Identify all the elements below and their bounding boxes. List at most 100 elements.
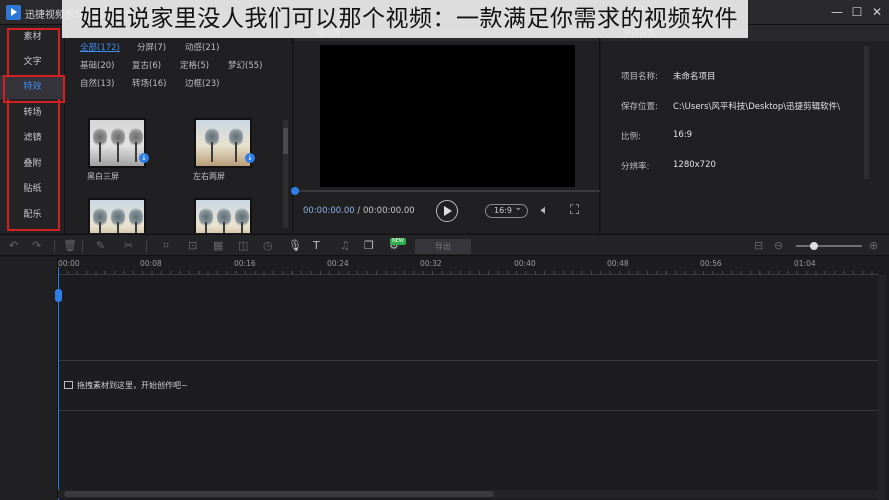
sidebar-item-effects[interactable]: 特效 — [0, 75, 65, 103]
zoom-region-icon[interactable]: ⊡ — [188, 239, 197, 252]
delete-icon[interactable]: 🗑︎ — [63, 239, 77, 252]
sidebar-item-filter[interactable]: 滤镜 — [0, 126, 65, 150]
timeline: 00:00 00:08 00:16 00:24 00:32 00:40 00:4… — [0, 257, 889, 500]
maximize-button[interactable]: ☐ — [849, 4, 865, 20]
edit-toolbar: ↶ ↷ 🗑︎ ✎ ✂ ⌗ ⊡ ▦ ◫ ◷ 🎙︎ T ♫ ❐ ⚙︎ NEW 导出 … — [0, 234, 889, 256]
sidebar-item-material[interactable]: 素材 — [0, 25, 65, 49]
drop-hint: 拖拽素材到这里，开始创作吧~ — [64, 380, 188, 391]
track-header-column — [0, 257, 58, 500]
mosaic-icon[interactable]: ▦ — [213, 239, 223, 252]
duration-icon[interactable]: ◷ — [263, 239, 273, 252]
redo-icon[interactable]: ↷ — [32, 239, 41, 252]
toolbar-divider — [82, 240, 83, 252]
ruler-label: 00:48 — [607, 259, 629, 268]
drop-hint-text: 拖拽素材到这里，开始创作吧~ — [77, 381, 188, 390]
time-ruler[interactable]: 00:00 00:08 00:16 00:24 00:32 00:40 00:4… — [58, 257, 878, 275]
text-to-speech-icon[interactable]: T — [313, 239, 320, 252]
sidebar-item-overlay[interactable]: 叠附 — [0, 152, 65, 176]
ruler-label: 01:04 — [794, 259, 816, 268]
filter-tab-all[interactable]: 全部(172) — [80, 41, 120, 53]
fit-timeline-icon[interactable]: ⊟ — [754, 239, 763, 252]
filter-tab-retro[interactable]: 复古(6) — [132, 59, 161, 71]
total-time: 00:00:00.00 — [362, 206, 415, 216]
sidebar-item-sticker[interactable]: 贴纸 — [0, 177, 65, 201]
zoom-out-icon[interactable]: ⊖ — [774, 239, 783, 252]
effect-thumbnail[interactable] — [194, 198, 252, 233]
effect-thumbnail[interactable] — [88, 118, 146, 168]
project-panel: 项目设置 项目名称: 未命名项目 保存位置: C:\Users\风平科技\Des… — [601, 25, 889, 233]
watermark-banner: 姐姐说家里没人我们可以那个视频：一款满足你需求的视频软件 — [62, 0, 748, 38]
category-sidebar: 素材 文字 特效 转场 滤镜 叠附 贴纸 配乐 — [0, 25, 65, 233]
toolbar-divider — [146, 240, 147, 252]
filter-tab-freeze[interactable]: 定格(5) — [180, 59, 209, 71]
fullscreen-icon[interactable]: ⛶ — [570, 203, 579, 218]
timeline-vertical-scrollbar[interactable] — [878, 275, 886, 500]
effects-scrollbar[interactable] — [283, 120, 288, 228]
timecode: 00:00:00.00 / 00:00:00.00 — [303, 206, 415, 216]
current-time: 00:00:00.00 — [303, 206, 355, 216]
filter-tab-dynamic[interactable]: 动感(21) — [185, 41, 219, 53]
media-icon — [64, 381, 73, 389]
sidebar-item-text[interactable]: 文字 — [0, 50, 65, 74]
aspect-ratio-select[interactable]: 16:9 — [485, 202, 528, 218]
freeze-frame-icon[interactable]: ◫ — [238, 239, 248, 252]
project-name-label: 项目名称: — [621, 72, 658, 82]
ruler-label: 00:32 — [420, 259, 442, 268]
ruler-label: 00:16 — [234, 259, 256, 268]
zoom-slider-knob[interactable] — [810, 242, 818, 250]
split-icon[interactable]: ✂ — [124, 239, 133, 252]
resolution-label: 分辨率: — [621, 162, 650, 172]
play-button[interactable] — [436, 200, 458, 222]
save-location-value: C:\Users\风平科技\Desktop\迅捷剪辑软件\ — [673, 102, 840, 112]
video-preview — [320, 45, 575, 187]
resolution-value: 1280x720 — [673, 160, 716, 170]
effect-thumbnail[interactable] — [88, 198, 146, 233]
toolbar-divider — [54, 240, 55, 252]
scrollbar-thumb[interactable] — [283, 128, 288, 154]
zoom-in-icon[interactable]: ⊕ — [869, 239, 878, 252]
download-icon[interactable]: ↓ — [139, 153, 149, 163]
undo-icon[interactable]: ↶ — [9, 239, 18, 252]
effect-label: 左右两屏 — [193, 172, 225, 181]
microphone-icon[interactable]: 🎙︎ — [288, 239, 302, 252]
effects-panel: 全部(172) 分屏(7) 动感(21) 基础(20) 复古(6) 定格(5) … — [65, 25, 293, 233]
edit-icon[interactable]: ✎ — [96, 239, 105, 252]
ratio-label: 比例: — [621, 132, 641, 142]
progress-knob[interactable] — [291, 187, 299, 195]
volume-icon[interactable]: 🔈︎ — [541, 203, 549, 218]
crop-icon[interactable]: ⌗ — [163, 239, 169, 253]
sidebar-item-transition[interactable]: 转场 — [0, 101, 65, 125]
sidebar-item-music[interactable]: 配乐 — [0, 203, 65, 227]
ruler-label: 00:24 — [327, 259, 349, 268]
playhead-handle[interactable] — [55, 289, 62, 302]
filter-tab-border[interactable]: 边框(23) — [185, 77, 219, 89]
effect-thumbnail[interactable] — [194, 118, 252, 168]
download-icon[interactable]: ↓ — [245, 153, 255, 163]
player-progress-bar[interactable] — [291, 187, 600, 195]
effect-label: 黑白三屏 — [87, 172, 119, 181]
scrollbar-thumb[interactable] — [64, 491, 494, 497]
time-separator: / — [354, 206, 363, 216]
track-divider — [58, 360, 878, 361]
multi-layer-icon[interactable]: ❐ — [364, 239, 374, 252]
filter-tab-nature[interactable]: 自然(13) — [80, 77, 114, 89]
save-location-label: 保存位置: — [621, 102, 658, 112]
app-logo-icon — [6, 5, 21, 20]
ruler-label: 00:40 — [514, 259, 536, 268]
audio-effect-icon[interactable]: ♫ — [340, 239, 350, 252]
project-scrollbar[interactable] — [864, 46, 869, 179]
zoom-slider[interactable] — [796, 242, 862, 250]
filter-tab-split[interactable]: 分屏(7) — [137, 41, 166, 53]
filter-tab-dream[interactable]: 梦幻(55) — [228, 59, 262, 71]
ratio-value: 16:9 — [673, 130, 693, 140]
ruler-label: 00:00 — [58, 259, 80, 268]
filter-tab-transition[interactable]: 转场(16) — [132, 77, 166, 89]
ruler-label: 00:56 — [700, 259, 722, 268]
minimize-button[interactable]: — — [829, 4, 845, 20]
filter-tab-basic[interactable]: 基础(20) — [80, 59, 114, 71]
timeline-horizontal-scrollbar[interactable] — [58, 490, 878, 498]
track-divider — [58, 410, 878, 411]
export-button[interactable]: 导出 — [415, 239, 471, 254]
close-button[interactable]: ✕ — [869, 4, 885, 20]
project-name-value: 未命名项目 — [673, 72, 716, 82]
